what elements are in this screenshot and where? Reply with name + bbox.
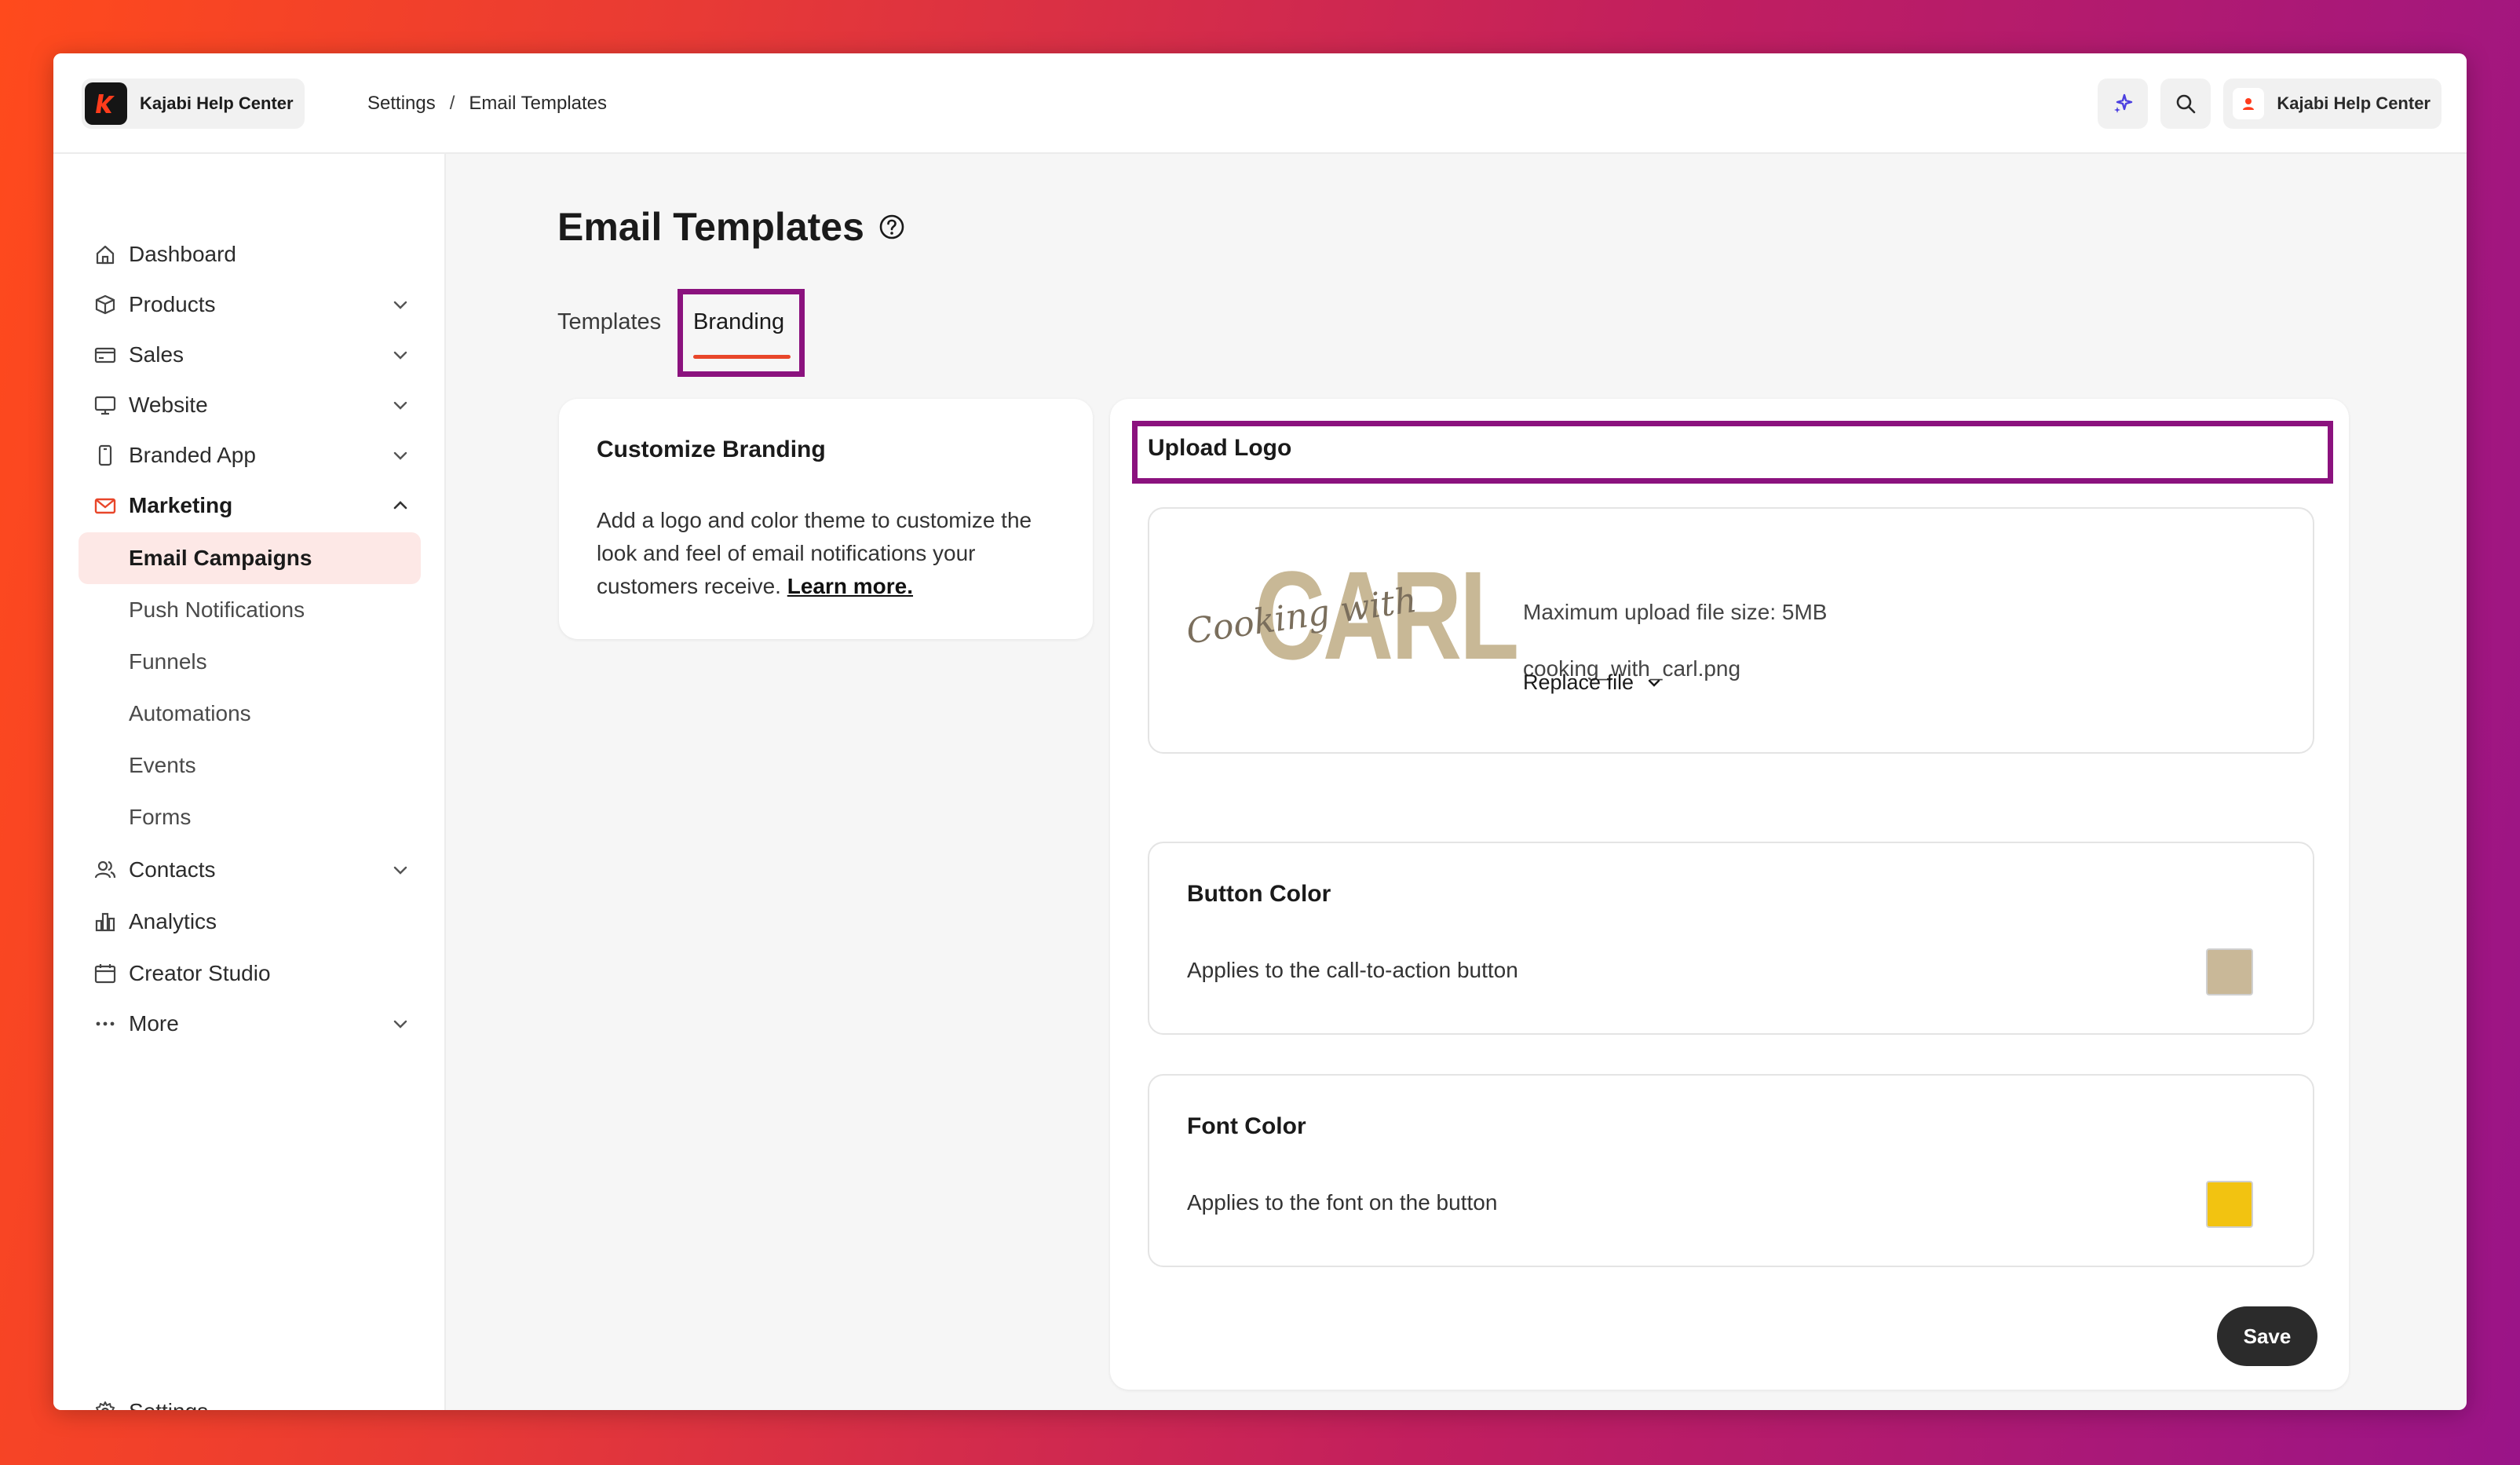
- uploaded-logo-image: CARL Cooking with: [1184, 532, 1519, 678]
- sidebar-subitem-funnels[interactable]: Funnels: [79, 636, 421, 688]
- chevron-down-icon: [393, 1020, 407, 1028]
- box-icon: [91, 290, 119, 319]
- sidebar-item-branded-app[interactable]: Branded App: [79, 430, 421, 480]
- chevron-down-icon: [393, 866, 407, 875]
- dots-icon: [91, 1010, 119, 1038]
- breadcrumb-current: Email Templates: [469, 93, 608, 114]
- sidebar-subitem-events[interactable]: Events: [79, 740, 421, 791]
- sidebar-item-label: Analytics: [129, 909, 217, 933]
- breadcrumb-separator: /: [449, 93, 455, 114]
- sidebar-subitem-automations[interactable]: Automations: [79, 688, 421, 740]
- chevron-down-icon: [393, 401, 407, 410]
- sidebar-item-settings[interactable]: Settings: [79, 1386, 421, 1410]
- sidebar-item-label: Contacts: [129, 857, 216, 882]
- learn-more-link[interactable]: Learn more.: [787, 574, 913, 598]
- sidebar-item-label: Marketing: [129, 493, 233, 517]
- sidebar-item-label: Dashboard: [129, 242, 236, 266]
- mail-icon: [91, 491, 119, 520]
- button-color-swatch[interactable]: [2206, 948, 2253, 996]
- sidebar-item-label: More: [129, 1011, 179, 1036]
- font-color-swatch[interactable]: [2206, 1181, 2253, 1228]
- sidebar-item-label: Settings: [129, 1399, 208, 1410]
- replace-file-label: Replace file: [1523, 670, 1634, 694]
- calendar-icon: [91, 959, 119, 988]
- site-switcher[interactable]: Kajabi Help Center: [82, 79, 305, 129]
- sidebar-item-contacts[interactable]: Contacts: [79, 845, 421, 895]
- max-upload-size-text: Maximum upload file size: 5MB: [1523, 600, 1828, 624]
- bar-chart-icon: [91, 908, 119, 936]
- font-color-title: Font Color: [1187, 1113, 1306, 1139]
- sidebar-item-label: Sales: [129, 342, 184, 367]
- sidebar-item-sales[interactable]: Sales: [79, 330, 421, 380]
- sidebar-item-products[interactable]: Products: [79, 279, 421, 330]
- credit-card-icon: [91, 341, 119, 369]
- chevron-down-icon: [393, 451, 407, 460]
- ai-assistant-button[interactable]: [2098, 79, 2149, 129]
- chevron-down-icon: [393, 301, 407, 309]
- search-icon: [2177, 94, 2196, 114]
- home-icon: [91, 240, 119, 269]
- tab-templates[interactable]: Templates: [557, 309, 661, 335]
- help-circle-icon[interactable]: [878, 214, 905, 240]
- customize-branding-title: Customize Branding: [597, 437, 826, 462]
- button-color-description: Applies to the call-to-action button: [1187, 958, 1518, 982]
- mobile-icon: [91, 441, 119, 469]
- sidebar-item-more[interactable]: More: [79, 999, 421, 1049]
- customize-branding-description: Add a logo and color theme to customize …: [597, 504, 1068, 603]
- app-window: Kajabi Help Center Settings / Email Temp…: [53, 53, 2467, 1410]
- users-icon: [91, 856, 119, 884]
- breadcrumb: Settings / Email Templates: [367, 53, 607, 154]
- sidebar-subitem-push-notifications[interactable]: Push Notifications: [79, 584, 421, 636]
- sidebar-item-analytics[interactable]: Analytics: [79, 897, 421, 947]
- account-name: Kajabi Help Center: [2277, 93, 2431, 113]
- page-title: Email Templates: [557, 204, 905, 250]
- sidebar-item-label: Website: [129, 393, 208, 417]
- sidebar-item-label: Branded App: [129, 443, 256, 467]
- sidebar-item-marketing[interactable]: Marketing: [79, 480, 421, 531]
- sidebar-item-creator-studio[interactable]: Creator Studio: [79, 948, 421, 999]
- top-bar: Kajabi Help Center Settings / Email Temp…: [53, 53, 2467, 154]
- font-color-card: Font Color Applies to the font on the bu…: [1148, 1074, 2314, 1267]
- chevron-down-icon: [393, 351, 407, 360]
- top-bar-actions: Kajabi Help Center: [2098, 79, 2441, 129]
- sidebar-item-website[interactable]: Website: [79, 380, 421, 430]
- highlight-box-upload-logo: [1132, 421, 2333, 484]
- search-button[interactable]: [2160, 79, 2211, 129]
- customize-branding-card: Customize Branding Add a logo and color …: [559, 399, 1093, 639]
- highlight-box-branding-tab: [677, 289, 805, 377]
- kajabi-logo-icon: [85, 82, 127, 125]
- font-color-description: Applies to the font on the button: [1187, 1190, 1498, 1215]
- button-color-title: Button Color: [1187, 881, 1331, 907]
- brand-name: Kajabi Help Center: [140, 93, 294, 113]
- replace-file-dropdown[interactable]: Replace file: [1523, 670, 1664, 695]
- sidebar: Dashboard Products Sales Website Branded…: [53, 154, 446, 1410]
- monitor-icon: [91, 391, 119, 419]
- sidebar-item-label: Products: [129, 292, 216, 316]
- sidebar-subitem-email-campaigns[interactable]: Email Campaigns: [79, 532, 421, 584]
- breadcrumb-settings-link[interactable]: Settings: [367, 93, 436, 115]
- chevron-up-icon: [393, 501, 407, 510]
- user-avatar-icon: [2233, 88, 2265, 119]
- sparkle-icon: [2114, 93, 2133, 113]
- gear-icon: [91, 1397, 119, 1410]
- chevron-down-icon: [1648, 679, 1660, 687]
- account-menu-button[interactable]: Kajabi Help Center: [2223, 79, 2441, 129]
- button-color-card: Button Color Applies to the call-to-acti…: [1148, 842, 2314, 1035]
- page-title-text: Email Templates: [557, 205, 864, 249]
- save-button[interactable]: Save: [2217, 1306, 2317, 1366]
- sidebar-item-dashboard[interactable]: Dashboard: [79, 229, 421, 279]
- sidebar-subitem-forms[interactable]: Forms: [79, 791, 421, 843]
- sidebar-item-label: Creator Studio: [129, 961, 271, 985]
